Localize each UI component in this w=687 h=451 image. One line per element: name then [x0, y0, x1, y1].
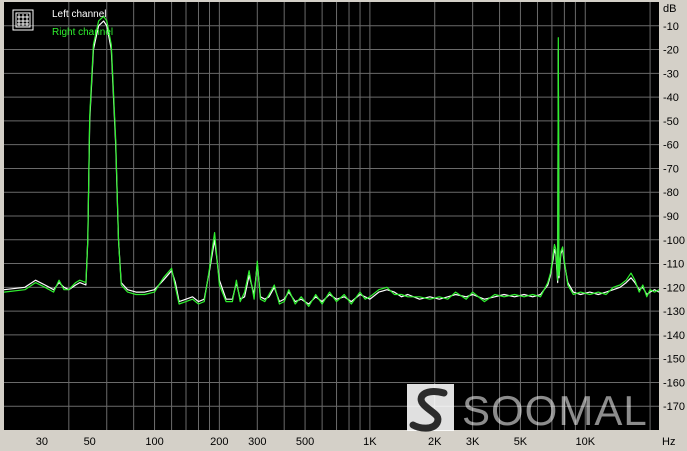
x-tick-label: 5K [514, 436, 528, 448]
y-tick-label: -110 [663, 259, 684, 271]
y-tick-label: -140 [663, 330, 685, 342]
y-tick-label: -60 [663, 140, 679, 152]
y-tick-label: -20 [663, 45, 679, 57]
legend-right-channel: Right channel [52, 27, 113, 38]
x-tick-label: 50 [84, 436, 96, 448]
x-tick-label: 500 [296, 436, 314, 448]
y-tick-label: -120 [663, 282, 685, 294]
x-axis-unit-label: Hz [662, 436, 675, 448]
x-tick-label: 10K [575, 436, 595, 448]
soomal-s-logo-icon [407, 384, 454, 432]
y-axis-ticks: -10 -20 -30 -40 -50 -60 -70 -80 -90 -100 -110 -120 -… [663, 21, 685, 413]
x-axis-ticks: 30 50 100 200 300 500 1K 2K 3K 5K 10K [36, 436, 596, 448]
x-tick-label: 30 [36, 436, 48, 448]
y-tick-label: -160 [663, 377, 685, 389]
legend-icon [12, 9, 34, 31]
watermark-text: SOOMAL [462, 387, 648, 434]
x-tick-label: 300 [248, 436, 266, 448]
spectrum-chart: -10 -20 -30 -40 -50 -60 -70 -80 -90 -100 -110 -120 -… [0, 0, 687, 451]
y-tick-label: -90 [663, 211, 679, 223]
y-tick-label: -50 [663, 116, 679, 128]
x-tick-label: 200 [210, 436, 228, 448]
x-tick-label: 3K [466, 436, 480, 448]
soomal-watermark: SOOMAL [407, 384, 648, 434]
y-tick-label: -40 [663, 92, 679, 104]
y-tick-label: -170 [663, 401, 685, 413]
legend-left-channel: Left channel [52, 9, 107, 20]
y-tick-label: -130 [663, 306, 685, 318]
y-tick-label: -10 [663, 21, 679, 33]
y-tick-label: -150 [663, 354, 685, 366]
spectrum-plot: -10 -20 -30 -40 -50 -60 -70 -80 -90 -100 -110 -120 -… [3, 2, 685, 448]
y-tick-label: -80 [663, 187, 679, 199]
y-tick-label: -30 [663, 68, 679, 80]
x-tick-label: 2K [428, 436, 442, 448]
x-tick-label: 100 [145, 436, 163, 448]
y-axis-unit-label: dB [663, 3, 676, 15]
y-tick-label: -70 [663, 163, 679, 175]
x-tick-label: 1K [363, 436, 377, 448]
y-tick-label: -100 [663, 235, 685, 247]
